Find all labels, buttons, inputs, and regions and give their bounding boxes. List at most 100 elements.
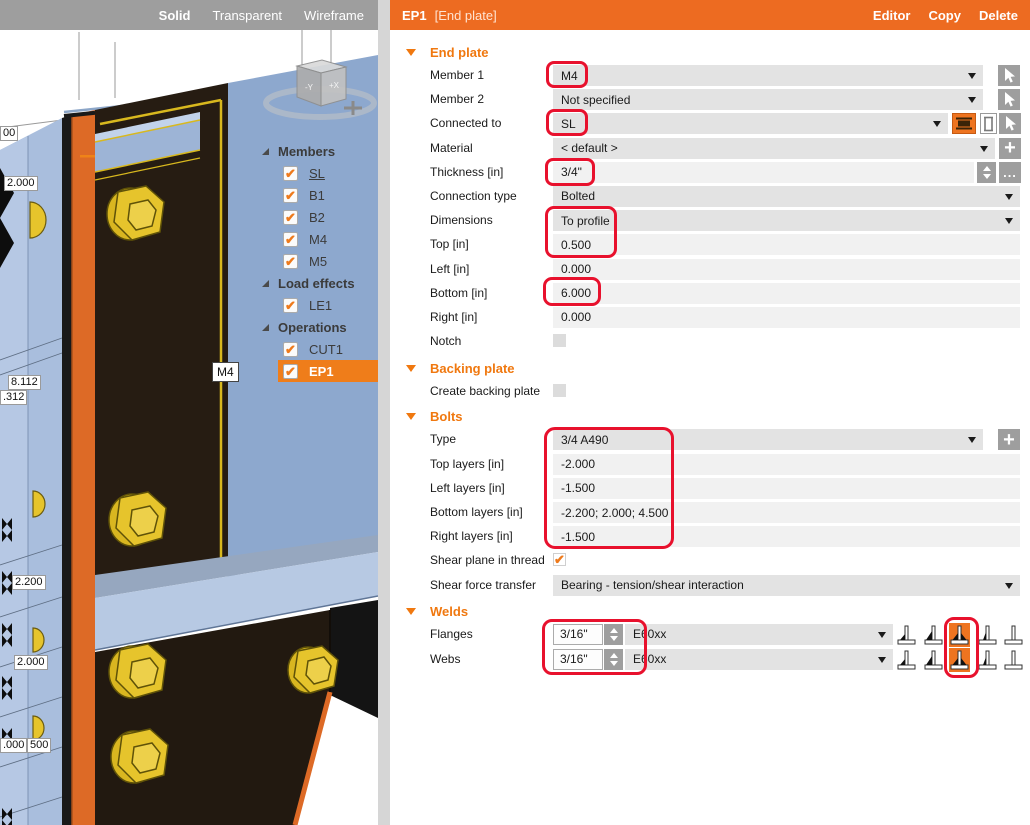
spinner-up-icon	[610, 628, 618, 633]
checkbox-checked-icon[interactable]: ✔	[283, 166, 298, 181]
flange-weld-size-stepper[interactable]	[604, 624, 623, 645]
section-backing-plate[interactable]: Backing plate	[390, 358, 1030, 380]
tree-group-load-effects[interactable]: Load effects	[256, 272, 378, 294]
cube-face-x-label: +X	[329, 81, 340, 90]
thickness-input[interactable]: 3/4"	[553, 162, 974, 183]
member1-pick-button[interactable]	[998, 65, 1020, 86]
checkbox-checked-icon[interactable]: ✔	[283, 232, 298, 247]
row-material: Material < default > +	[390, 137, 1030, 161]
shear-force-dropdown[interactable]: Bearing - tension/shear interaction	[553, 575, 1020, 596]
row-bolt-type: Type 3/4 A490 +	[390, 428, 1030, 452]
expander-icon[interactable]	[262, 324, 269, 331]
connect-to-flange-button[interactable]	[952, 113, 976, 134]
view-mode-transparent[interactable]: Transparent	[212, 8, 282, 23]
member-tag-m4: M4	[212, 362, 239, 382]
weld-fillet-rear-icon[interactable]	[923, 623, 944, 647]
checkbox-checked-icon[interactable]: ✔	[283, 254, 298, 269]
flange-electrode-dropdown[interactable]: E60xx	[625, 624, 893, 645]
dim-label: 8.112	[8, 375, 41, 390]
scene-tree: Members ✔ SL ✔ B1 ✔ B2 ✔ M4 ✔ M5	[256, 140, 378, 382]
web-weld-size-input[interactable]: 3/16"	[553, 649, 603, 670]
delete-button[interactable]: Delete	[979, 8, 1018, 23]
expander-icon[interactable]	[262, 280, 269, 287]
thickness-browse-button[interactable]: ...	[999, 162, 1021, 183]
cursor-icon	[1002, 67, 1016, 84]
flange-weld-size-input[interactable]: 3/16"	[553, 624, 603, 645]
view-mode-wireframe[interactable]: Wireframe	[304, 8, 364, 23]
section-welds[interactable]: Welds	[390, 601, 1030, 623]
bolt-type-dropdown[interactable]: 3/4 A490	[553, 429, 983, 450]
bottom-layers-input[interactable]: -2.200; 2.000; 4.500	[553, 502, 1020, 523]
dimensions-dropdown[interactable]: To profile	[553, 210, 1020, 231]
cursor-icon	[1003, 115, 1017, 132]
right-layers-input[interactable]: -1.500	[553, 526, 1020, 547]
expander-icon[interactable]	[262, 148, 269, 155]
top-input[interactable]: 0.500	[553, 234, 1020, 255]
member2-pick-button[interactable]	[998, 89, 1020, 110]
viewport-3d[interactable]: -Y +X 00 2.000 8.112 .312 2.200 2.000 .0…	[0, 30, 378, 825]
editor-button[interactable]: Editor	[873, 8, 911, 23]
left-input[interactable]: 0.000	[553, 259, 1020, 280]
collapse-triangle-icon[interactable]	[406, 365, 416, 372]
create-backing-plate-checkbox[interactable]	[553, 384, 566, 397]
add-material-button[interactable]: +	[999, 138, 1021, 159]
section-bolts[interactable]: Bolts	[390, 406, 1030, 428]
tree-item-m4[interactable]: ✔ M4	[256, 228, 378, 250]
cursor-icon	[1002, 91, 1016, 108]
tree-item-b1[interactable]: ✔ B1	[256, 184, 378, 206]
member2-dropdown[interactable]: Not specified	[553, 89, 983, 110]
tree-item-le1[interactable]: ✔ LE1	[256, 294, 378, 316]
tree-group-members[interactable]: Members	[256, 140, 378, 162]
plus-icon: +	[1004, 139, 1016, 157]
row-shear-force: Shear force transfer Bearing - tension/s…	[390, 574, 1030, 598]
weld-fillet-front-icon[interactable]	[896, 623, 917, 647]
weld-fillet-front-icon[interactable]	[896, 648, 917, 672]
web-orientation-icon	[983, 116, 994, 132]
section-end-plate[interactable]: End plate	[390, 42, 1030, 64]
tree-item-cut1[interactable]: ✔ CUT1	[256, 338, 378, 360]
weld-butt-icon[interactable]	[1003, 623, 1024, 647]
connected-to-dropdown[interactable]: SL	[553, 113, 948, 134]
dim-label: 500	[27, 738, 51, 753]
row-connection-type: Connection type Bolted	[390, 185, 1030, 209]
weld-butt-icon[interactable]	[1003, 648, 1024, 672]
weld-fillet-rear-icon[interactable]	[923, 648, 944, 672]
checkbox-checked-icon[interactable]: ✔	[283, 188, 298, 203]
notch-checkbox[interactable]	[553, 334, 566, 347]
bottom-input[interactable]: 6.000	[553, 283, 1020, 304]
view-mode-solid[interactable]: Solid	[159, 8, 191, 23]
shear-plane-checkbox[interactable]: ✔	[553, 553, 566, 566]
web-electrode-dropdown[interactable]: E60xx	[625, 649, 893, 670]
thickness-stepper[interactable]	[977, 162, 996, 183]
material-dropdown[interactable]: < default >	[553, 138, 995, 159]
tree-item-sl[interactable]: ✔ SL	[256, 162, 378, 184]
left-layers-input[interactable]: -1.500	[553, 478, 1020, 499]
collapse-triangle-icon[interactable]	[406, 49, 416, 56]
weld-bevel-icon[interactable]	[977, 648, 998, 672]
top-layers-input[interactable]: -2.000	[553, 454, 1020, 475]
tree-group-operations[interactable]: Operations	[256, 316, 378, 338]
tree-item-m5[interactable]: ✔ M5	[256, 250, 378, 272]
weld-fillet-both-sides-icon[interactable]	[949, 623, 970, 647]
collapse-triangle-icon[interactable]	[406, 413, 416, 420]
connection-type-dropdown[interactable]: Bolted	[553, 186, 1020, 207]
row-bottom-layers: Bottom layers [in] -2.200; 2.000; 4.500	[390, 501, 1030, 525]
end-plate-edge[interactable]	[72, 110, 95, 825]
collapse-triangle-icon[interactable]	[406, 608, 416, 615]
checkbox-checked-icon[interactable]: ✔	[283, 342, 298, 357]
copy-button[interactable]: Copy	[928, 8, 961, 23]
tree-item-ep1-selected[interactable]: ✔ EP1	[278, 360, 378, 382]
tree-item-b2[interactable]: ✔ B2	[256, 206, 378, 228]
member1-dropdown[interactable]: M4	[553, 65, 983, 86]
checkbox-checked-icon[interactable]: ✔	[283, 298, 298, 313]
add-bolt-type-button[interactable]: +	[998, 429, 1020, 450]
chevron-down-icon	[1005, 218, 1013, 224]
right-input[interactable]: 0.000	[553, 307, 1020, 328]
checkbox-checked-icon[interactable]: ✔	[283, 210, 298, 225]
connected-to-pick-button[interactable]	[999, 113, 1021, 134]
connect-to-web-button[interactable]	[980, 113, 997, 134]
weld-bevel-icon[interactable]	[977, 623, 998, 647]
weld-fillet-both-sides-icon[interactable]	[949, 648, 970, 672]
web-weld-size-stepper[interactable]	[604, 649, 623, 670]
checkbox-checked-icon[interactable]: ✔	[283, 364, 298, 379]
